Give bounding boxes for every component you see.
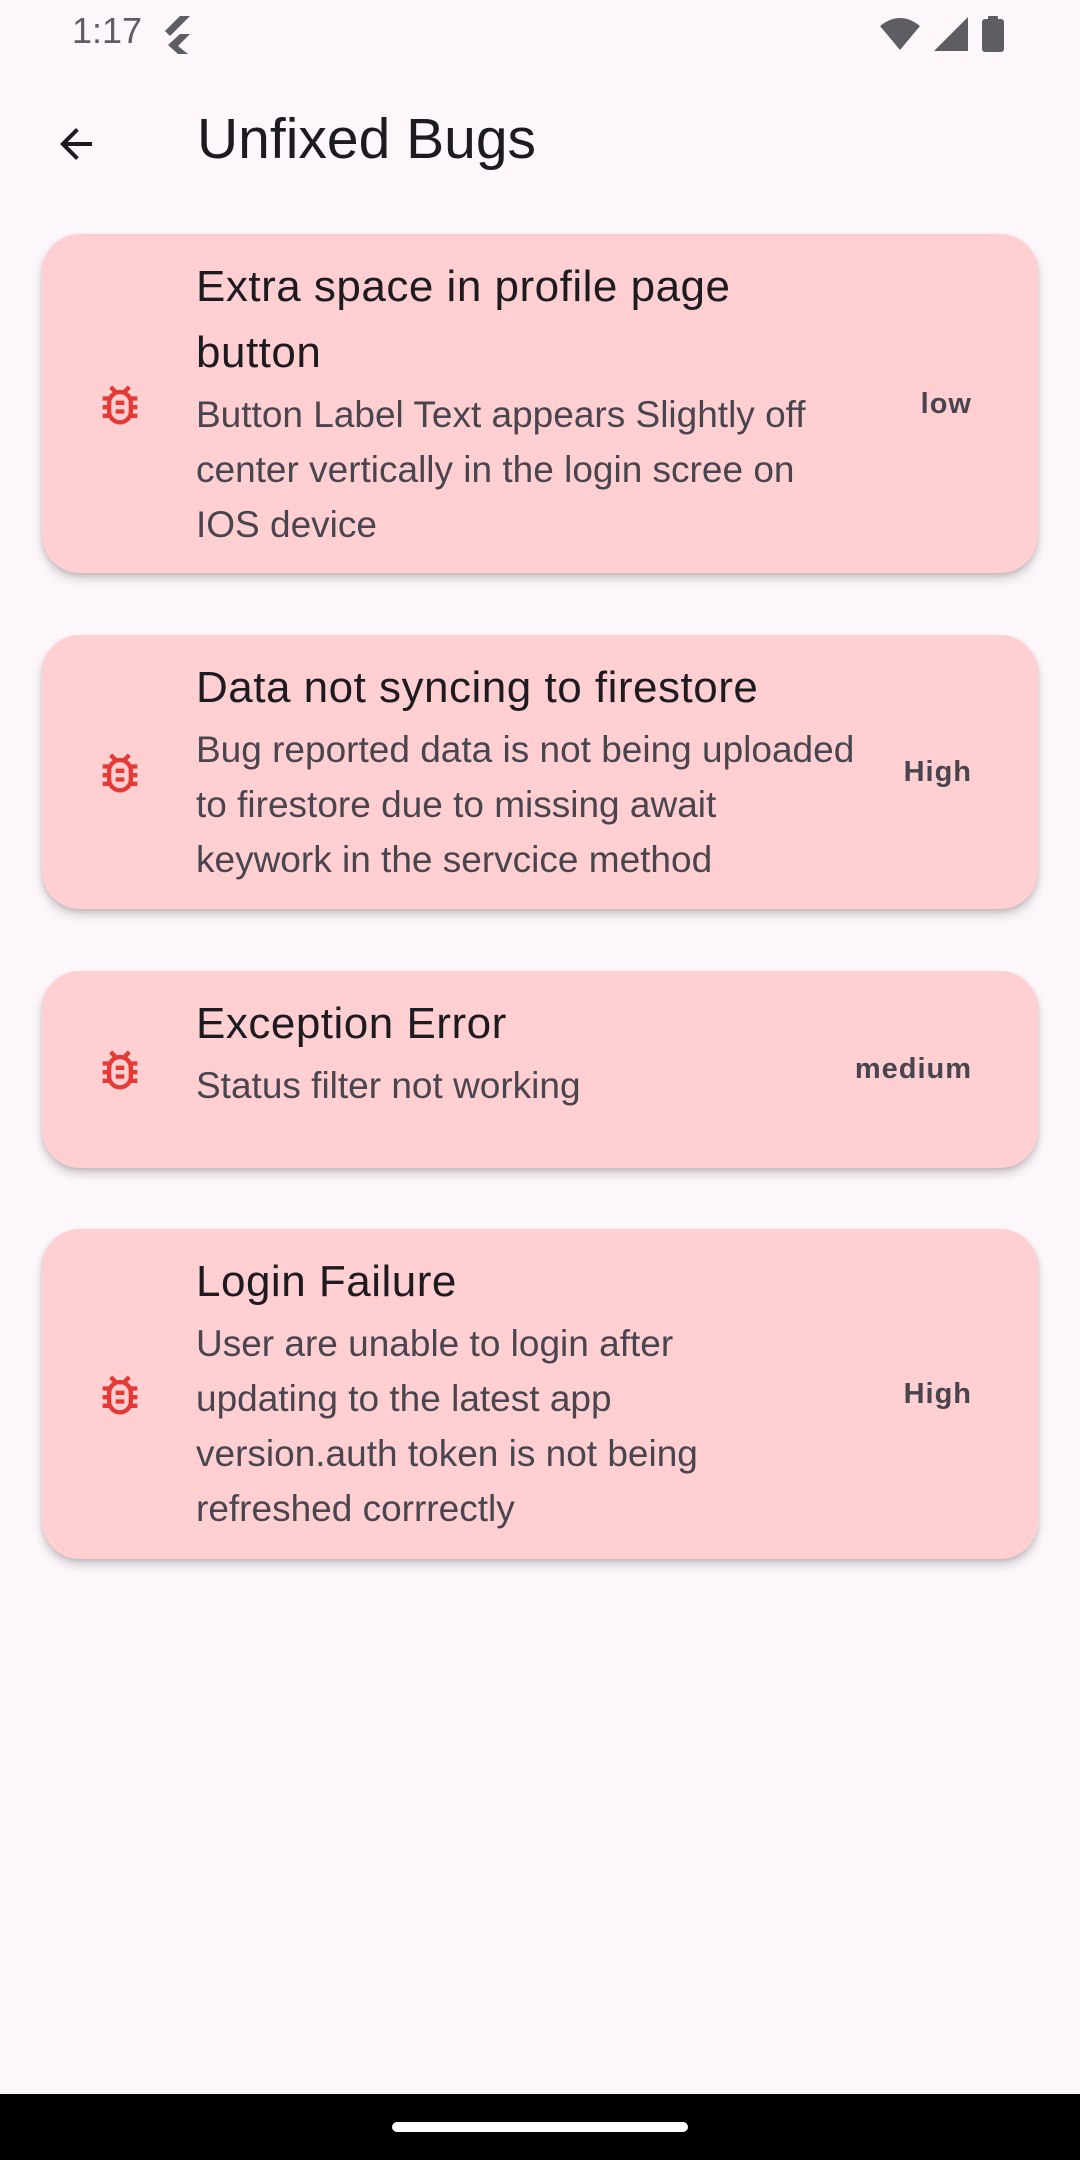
priority-badge: low — [920, 388, 972, 420]
bug-card[interactable]: Exception Error Status filter not workin… — [42, 971, 1038, 1168]
bug-icon — [102, 385, 138, 425]
status-time: 1:17 — [72, 10, 143, 51]
app-bar: Unfixed Bugs — [0, 64, 1080, 216]
bug-title: Exception Error — [196, 999, 507, 1048]
status-bar: 1:17 — [0, 0, 1080, 64]
bug-description: User are unable to login after updating … — [196, 1323, 698, 1529]
status-icons — [880, 14, 1004, 54]
navigation-bar — [0, 2094, 1080, 2160]
home-handle[interactable] — [392, 2122, 688, 2132]
bug-icon — [102, 1375, 138, 1415]
bug-icon — [102, 753, 138, 793]
bug-card[interactable]: Login Failure User are unable to login a… — [42, 1229, 1038, 1559]
bug-title: Login Failure — [196, 1257, 457, 1306]
bug-title: Data not syncing to firestore — [196, 663, 759, 712]
bug-card[interactable]: Extra space in profile page button Butto… — [42, 234, 1038, 573]
arrow-back-icon — [60, 128, 92, 160]
bug-description: Bug reported data is not being uploaded … — [196, 729, 855, 880]
priority-badge: High — [903, 756, 972, 788]
page-title: Unfixed Bugs — [197, 107, 537, 171]
priority-badge: High — [903, 1378, 972, 1410]
bug-icon — [102, 1050, 138, 1090]
bug-description: Status filter not working — [196, 1065, 581, 1106]
bug-title: Extra space in profile page button — [196, 262, 731, 377]
battery-icon — [982, 16, 1004, 52]
signal-icon — [934, 17, 968, 51]
wifi-icon — [880, 18, 920, 50]
bug-description: Button Label Text appears Slightly off c… — [196, 394, 806, 545]
bug-card[interactable]: Data not syncing to firestore Bug report… — [42, 635, 1038, 909]
priority-badge: medium — [854, 1053, 972, 1085]
flutter-icon — [165, 16, 190, 54]
back-button[interactable] — [40, 108, 112, 180]
